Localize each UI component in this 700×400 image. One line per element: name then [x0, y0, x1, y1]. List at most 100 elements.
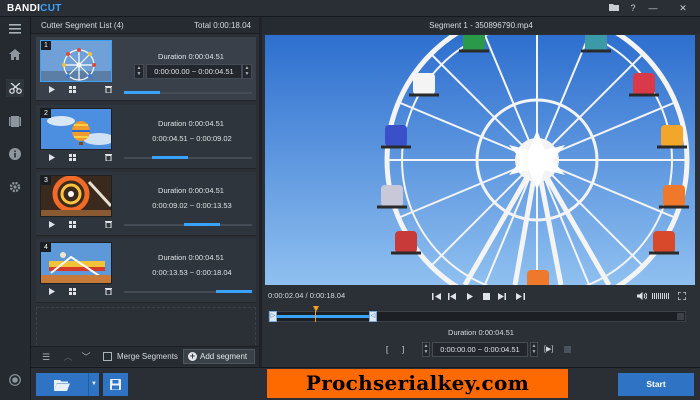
segment-progress-track: [124, 157, 252, 159]
play-selection-button[interactable]: [▶]: [544, 345, 553, 353]
record-icon[interactable]: [6, 371, 24, 389]
bottom-bar: ▼ Prochserialkey.com Start: [31, 367, 700, 400]
segment-list-panel: Cutter Segment List (4) Total 0:00:18.04…: [31, 17, 259, 367]
preview-time-range[interactable]: 0:00:00.00 ~ 0:00:04.51: [432, 342, 528, 357]
merge-segments-checkbox[interactable]: [103, 352, 112, 361]
delete-icon[interactable]: [100, 285, 116, 297]
segment-timeline[interactable]: ▷ ◁: [268, 311, 686, 322]
segment-number: 2: [41, 109, 51, 118]
prev-segment-icon[interactable]: [430, 290, 442, 302]
home-icon[interactable]: [6, 45, 24, 63]
segment-item[interactable]: 4 Duration 0:00:04.51 0:00:13.53 ~ 0:00:…: [36, 239, 256, 303]
set-start-button[interactable]: [: [386, 345, 388, 354]
delete-icon[interactable]: [100, 218, 116, 230]
segment-time-range: 0:00:04.51 ~ 0:00:09.02: [152, 134, 232, 143]
preview-panel: Segment 1 - 350896790.mp4 0:00:02.04 / 0…: [262, 17, 700, 367]
play-icon[interactable]: [44, 218, 60, 230]
merge-segments-label: Merge Segments: [117, 352, 178, 361]
play-icon[interactable]: [44, 285, 60, 297]
film-icon[interactable]: [6, 112, 24, 130]
segment-list-footer: ☰ ︿ ﹀ Merge Segments + Add segment: [31, 346, 259, 366]
add-segment-button[interactable]: + Add segment: [183, 349, 255, 364]
minimize-icon[interactable]: —: [646, 2, 660, 14]
end-time-spinner[interactable]: ▲ ▼: [242, 64, 252, 79]
segment-item[interactable]: 3 Duration 0:00:04.51 0:00:09.02 ~ 0:00:…: [36, 172, 256, 236]
start-handle[interactable]: ▷: [269, 311, 277, 322]
open-file-button[interactable]: [36, 373, 88, 396]
menu-icon[interactable]: [6, 20, 24, 38]
sidebar: [0, 17, 31, 400]
start-button[interactable]: Start: [618, 373, 694, 396]
grid-icon[interactable]: [64, 83, 80, 95]
step-forward-icon[interactable]: [496, 290, 508, 302]
delete-icon[interactable]: [100, 151, 116, 163]
title-bar: BANDICUT ? — ✕: [0, 0, 700, 17]
preview-duration: Duration 0:00:04.51: [448, 328, 514, 337]
move-down-icon[interactable]: ﹀: [79, 351, 93, 363]
segment-number: 1: [41, 41, 51, 50]
preview-title: Segment 1 - 350896790.mp4: [262, 17, 700, 34]
playback-controls: 0:00:02.04 / 0:00:18.04: [262, 289, 700, 303]
grid-icon[interactable]: [64, 151, 80, 163]
segment-time-range: 0:00:13.53 ~ 0:00:18.04: [152, 268, 232, 277]
segment-progress-fill: [152, 156, 188, 159]
current-time: 0:00:02.04 / 0:00:18.04: [268, 291, 346, 300]
start-time-spinner[interactable]: ▲ ▼: [134, 64, 144, 79]
segment-progress-fill: [184, 223, 220, 226]
play-icon[interactable]: [44, 151, 60, 163]
loop-toggle[interactable]: [564, 346, 571, 353]
grid-icon[interactable]: [64, 218, 80, 230]
segment-number: 3: [41, 176, 51, 185]
segment-progress-fill: [216, 290, 252, 293]
set-end-button[interactable]: ]: [402, 345, 404, 354]
stop-icon[interactable]: [480, 290, 492, 302]
save-icon: [110, 379, 121, 390]
cut-icon[interactable]: [6, 79, 24, 97]
open-folder-icon: [54, 379, 70, 391]
settings-icon[interactable]: [6, 178, 24, 196]
play-icon[interactable]: [464, 290, 476, 302]
segment-thumbnail: 2: [40, 108, 112, 150]
video-preview[interactable]: [265, 35, 695, 285]
segment-thumbnail: 4: [40, 242, 112, 284]
segment-duration: Duration 0:00:04.51: [158, 253, 224, 262]
step-back-icon[interactable]: [446, 290, 458, 302]
plus-icon: +: [188, 351, 197, 361]
playhead-line: [315, 311, 316, 322]
close-icon[interactable]: ✕: [676, 2, 690, 14]
segment-list-header: Cutter Segment List (4) Total 0:00:18.04: [31, 17, 259, 34]
segment-progress-fill: [124, 91, 160, 94]
info-icon[interactable]: [6, 145, 24, 163]
end-handle[interactable]: ◁: [369, 311, 377, 322]
watermark-banner: Prochserialkey.com: [267, 369, 568, 398]
folder-icon[interactable]: [607, 2, 621, 14]
timeline-selection: [275, 315, 373, 318]
open-dropdown-button[interactable]: ▼: [88, 373, 99, 396]
play-icon[interactable]: [44, 83, 60, 95]
start-time-spinner[interactable]: ▲ ▼: [422, 342, 430, 357]
segment-duration: Duration 0:00:04.51: [158, 119, 224, 128]
grid-icon[interactable]: [64, 285, 80, 297]
segment-item[interactable]: 2 Duration 0:00:04.51 0:00:04.51 ~ 0:00:…: [36, 105, 256, 169]
segment-time-range: 0:00:09.02 ~ 0:00:13.53: [152, 201, 232, 210]
segment-time-range[interactable]: 0:00:00.00 ~ 0:00:04.51: [146, 64, 242, 79]
segment-duration: Duration 0:00:04.51: [158, 52, 224, 61]
app-logo: BANDICUT: [7, 3, 62, 14]
timeline-end-marker: [677, 313, 684, 320]
segment-list-title: Cutter Segment List (4): [41, 21, 124, 30]
volume-slider[interactable]: [652, 293, 670, 299]
segment-thumbnail: 3: [40, 175, 112, 217]
save-button[interactable]: [103, 373, 128, 396]
next-segment-icon[interactable]: [514, 290, 526, 302]
list-view-icon[interactable]: ☰: [39, 351, 53, 363]
move-up-icon[interactable]: ︿: [61, 351, 75, 363]
delete-icon[interactable]: [100, 83, 116, 95]
fullscreen-icon[interactable]: [676, 290, 688, 302]
segment-number: 4: [41, 243, 51, 252]
segment-item[interactable]: 1 Duration 0:00:04.51 ▲ ▼ 0:00:00.00 ~ 0:…: [36, 37, 256, 101]
help-icon[interactable]: ?: [626, 2, 640, 14]
segment-thumbnail: 1: [40, 40, 112, 82]
end-time-spinner[interactable]: ▲ ▼: [530, 342, 538, 357]
total-duration: Total 0:00:18.04: [194, 21, 251, 30]
volume-icon[interactable]: [636, 290, 648, 302]
